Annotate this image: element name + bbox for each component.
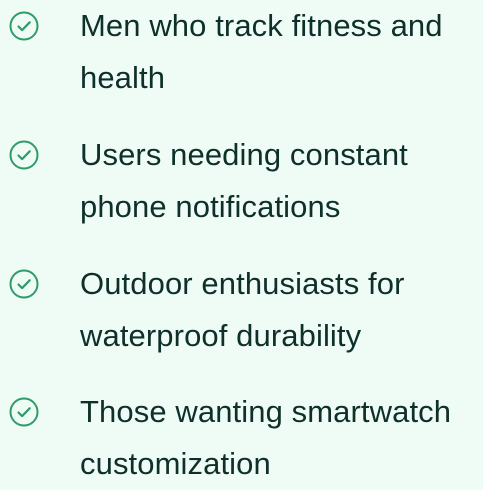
check-circle-icon [8, 396, 40, 428]
check-circle-icon [8, 268, 40, 300]
check-circle-icon [8, 10, 40, 42]
list-item-label: Users needing constant phone notificatio… [80, 137, 408, 224]
list-item: Users needing constant phone notificatio… [0, 129, 483, 229]
check-circle-icon [8, 139, 40, 171]
list-item: Those wanting smartwatch customization [0, 386, 483, 486]
list-item: Men who track fitness and health [0, 0, 483, 100]
feature-list: Men who track fitness and health Users n… [0, 0, 483, 481]
list-item: Outdoor enthusiasts for waterproof durab… [0, 258, 483, 358]
list-item-label: Outdoor enthusiasts for waterproof durab… [80, 266, 405, 353]
list-item-label: Those wanting smartwatch customization [80, 394, 452, 481]
list-item-label: Men who track fitness and health [80, 8, 443, 95]
